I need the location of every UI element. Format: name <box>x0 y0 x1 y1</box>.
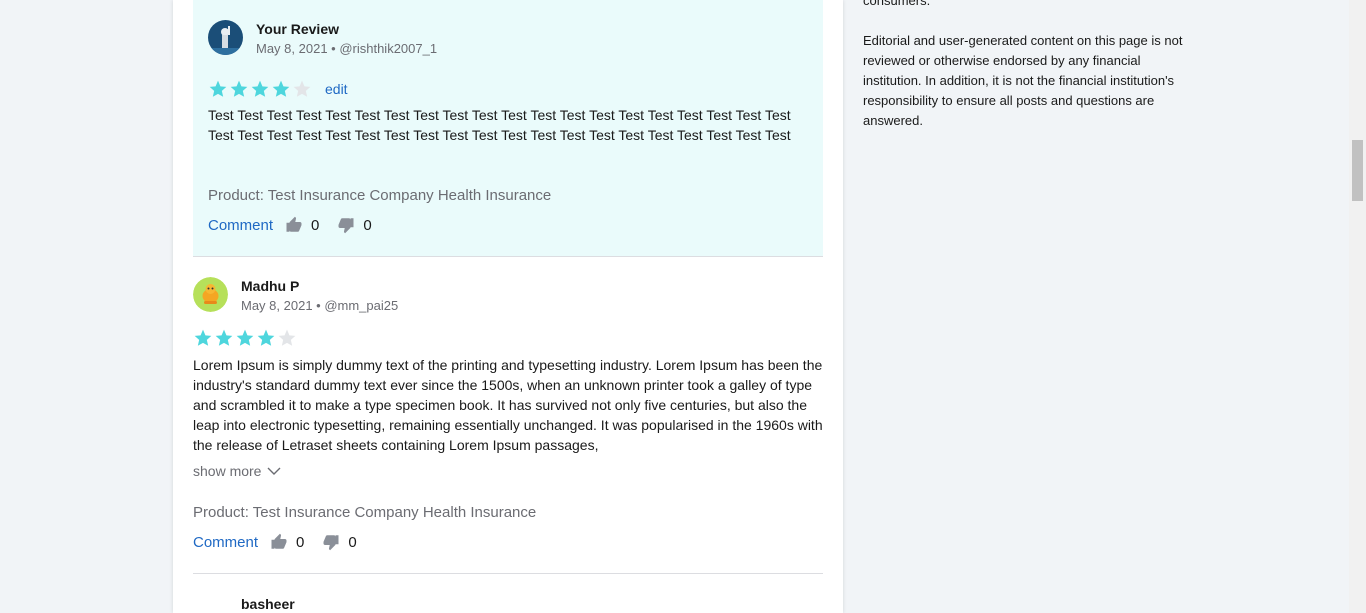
review-header: Madhu P May 8, 2021 • @mm_pai25 <box>193 277 398 315</box>
reviewer-name: Your Review <box>256 21 339 37</box>
rating-stars: edit <box>208 79 348 99</box>
product-line: Product: Test Insurance Company Health I… <box>208 187 552 204</box>
edit-review-link[interactable]: edit <box>325 81 348 97</box>
user-avatar <box>208 20 243 55</box>
comment-link[interactable]: Comment <box>208 217 273 234</box>
star-filled-icon <box>256 328 277 348</box>
disclaimer-text: Editorial and user-generated content on … <box>863 33 1183 128</box>
downvote-count: 0 <box>348 533 357 551</box>
review-date: May 8, 2021 • @mm_pai25 <box>241 298 399 313</box>
star-filled-icon <box>235 328 256 348</box>
product-line: Product: Test Insurance Company Health I… <box>193 504 537 521</box>
show-more-button[interactable]: show more <box>193 463 281 479</box>
star-filled-icon <box>250 79 271 99</box>
own-review-header: Your Review May 8, 2021 • @rishthik2007_… <box>208 20 437 58</box>
show-more-label: show more <box>193 463 262 479</box>
thumbs-up-icon[interactable] <box>285 216 303 234</box>
star-filled-icon <box>271 79 292 99</box>
star-empty-icon <box>292 79 313 99</box>
star-filled-icon <box>208 79 229 99</box>
reviewer-name: Madhu P <box>241 278 300 294</box>
star-empty-icon <box>277 328 298 348</box>
star-filled-icon <box>193 328 214 348</box>
review-text: Test Test Test Test Test Test Test Test … <box>208 107 791 143</box>
review-actions: Comment 0 0 <box>193 533 357 551</box>
chevron-down-icon <box>267 467 281 475</box>
upvote-count: 0 <box>296 533 305 551</box>
review-text: Lorem Ipsum is simply dummy text of the … <box>193 357 823 453</box>
page-scrollbar[interactable] <box>1349 0 1366 613</box>
thumbs-down-icon[interactable] <box>337 216 355 234</box>
review-actions: Comment 0 0 <box>208 216 372 234</box>
sidebar-disclaimer: consumers. Editorial and user-generated … <box>863 0 1183 151</box>
star-filled-icon <box>229 79 250 99</box>
star-filled-icon <box>214 328 235 348</box>
upvote-count: 0 <box>311 216 320 234</box>
scrollbar-thumb[interactable] <box>1352 140 1363 201</box>
rating-stars <box>193 328 298 348</box>
reviews-card: Your Review May 8, 2021 • @rishthik2007_… <box>173 0 843 613</box>
divider <box>193 573 823 574</box>
downvote-count: 0 <box>363 216 372 234</box>
thumbs-up-icon[interactable] <box>270 533 288 551</box>
sidebar-partial-line: consumers. <box>863 0 931 8</box>
own-review: Your Review May 8, 2021 • @rishthik2007_… <box>193 0 823 256</box>
reviewer-name: basheer <box>241 596 295 612</box>
user-avatar <box>193 277 228 312</box>
comment-link[interactable]: Comment <box>193 534 258 551</box>
thumbs-down-icon[interactable] <box>322 533 340 551</box>
divider <box>193 256 823 257</box>
review-date: May 8, 2021 • @rishthik2007_1 <box>256 41 438 56</box>
